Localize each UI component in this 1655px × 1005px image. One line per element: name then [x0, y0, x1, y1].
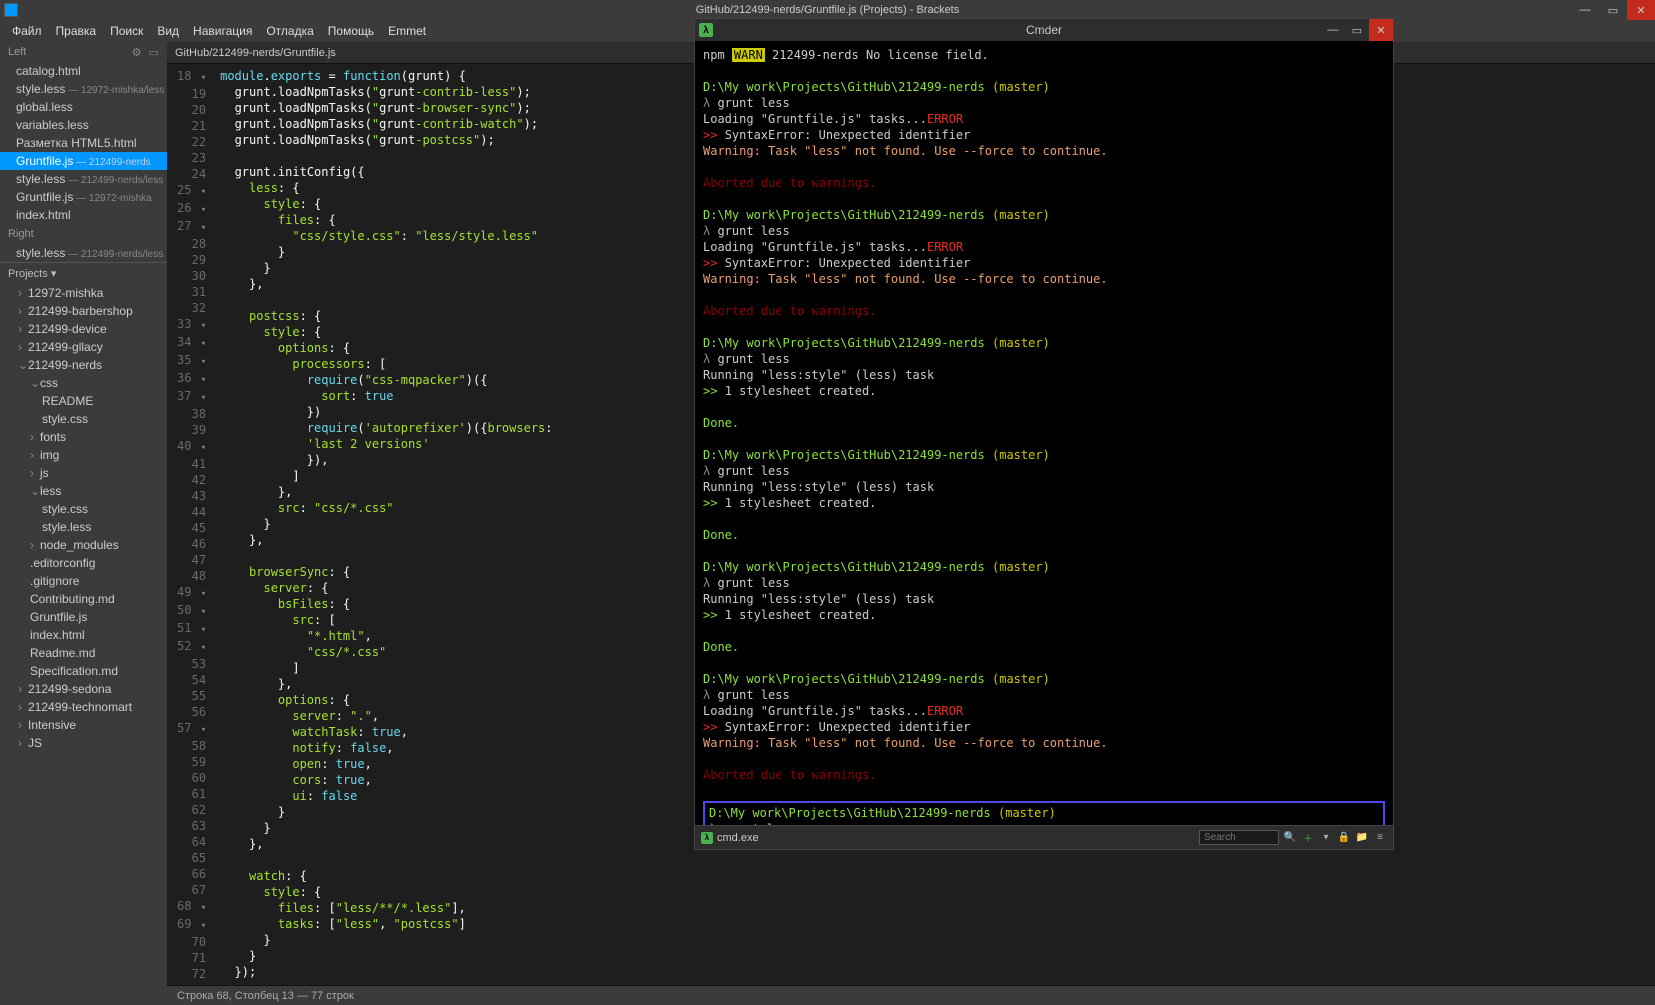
split-icon[interactable]: ▭: [149, 47, 159, 59]
cmder-icon: λ: [699, 23, 713, 37]
terminal-search-input[interactable]: [1199, 830, 1279, 845]
cmder-tab-icon: λ: [701, 832, 713, 844]
chevron-down-icon: ▾: [51, 268, 57, 280]
tree-node[interactable]: 212499-sedona: [0, 680, 167, 698]
terminal-tab[interactable]: cmd.exe: [717, 832, 759, 844]
tree-node[interactable]: style.less: [0, 518, 167, 536]
brackets-logo-icon: [4, 3, 18, 17]
right-label: Right: [8, 228, 34, 240]
tree-node[interactable]: less: [0, 482, 167, 500]
project-tree: 12972-mishka212499-barbershop212499-devi…: [0, 284, 167, 1005]
sidebar: Left ⚙ ▭ catalog.htmlstyle.less — 12972-…: [0, 42, 167, 1005]
tree-node[interactable]: Readme.md: [0, 644, 167, 662]
tree-node[interactable]: style.css: [0, 500, 167, 518]
tree-node[interactable]: 212499-technomart: [0, 698, 167, 716]
sidebar-left-header: Left ⚙ ▭: [0, 42, 167, 62]
tree-node[interactable]: Gruntfile.js: [0, 608, 167, 626]
tree-node[interactable]: img: [0, 446, 167, 464]
status-text: Строка 68, Столбец 13 — 77 строк: [177, 990, 354, 1002]
statusbar: Строка 68, Столбец 13 — 77 строк: [167, 985, 1655, 1005]
working-file[interactable]: Gruntfile.js — 212499-nerds: [0, 152, 167, 170]
terminal-output[interactable]: npm WARN 212499-nerds No license field.D…: [695, 41, 1393, 825]
working-files-right: style.less — 212499-nerds/less: [0, 244, 167, 262]
tree-node[interactable]: .gitignore: [0, 572, 167, 590]
terminal-tabbar: λ cmd.exe 🔍 ＋ ▾ 🔒 📁 ≡: [695, 825, 1393, 849]
menu-навигация[interactable]: Навигация: [187, 22, 258, 40]
tree-node[interactable]: 12972-mishka: [0, 284, 167, 302]
tree-node[interactable]: 212499-nerds: [0, 356, 167, 374]
left-label: Left: [8, 46, 26, 58]
tree-node[interactable]: 212499-barbershop: [0, 302, 167, 320]
tree-node[interactable]: Contributing.md: [0, 590, 167, 608]
terminal-titlebar[interactable]: λ Cmder — ▭ ✕: [695, 19, 1393, 41]
folder-icon[interactable]: 📁: [1355, 831, 1369, 845]
active-tab[interactable]: GitHub/212499-nerds/Gruntfile.js: [175, 47, 336, 59]
working-file[interactable]: global.less: [0, 98, 167, 116]
working-files-left: catalog.htmlstyle.less — 12972-mishka/le…: [0, 62, 167, 224]
working-file[interactable]: index.html: [0, 206, 167, 224]
window-controls: — ▭ ✕: [1571, 0, 1655, 20]
tree-node[interactable]: README: [0, 392, 167, 410]
window-title: GitHub/212499-nerds/Gruntfile.js (Projec…: [696, 4, 960, 16]
app-titlebar: GitHub/212499-nerds/Gruntfile.js (Projec…: [0, 0, 1655, 20]
line-gutter: 18 ▾19202122232425 ▾26 ▾27 ▾282930313233…: [167, 64, 212, 985]
maximize-button[interactable]: ▭: [1599, 0, 1627, 20]
tree-node[interactable]: index.html: [0, 626, 167, 644]
working-file[interactable]: style.less — 212499-nerds/less: [0, 244, 167, 262]
add-tab-icon[interactable]: ＋: [1301, 831, 1315, 845]
menu-вид[interactable]: Вид: [151, 22, 185, 40]
terminal-window: λ Cmder — ▭ ✕ npm WARN 212499-nerds No l…: [694, 18, 1394, 850]
terminal-title: Cmder: [1026, 23, 1062, 37]
tree-node[interactable]: css: [0, 374, 167, 392]
lock-icon[interactable]: 🔒: [1337, 831, 1351, 845]
menu-icon[interactable]: ≡: [1373, 831, 1387, 845]
working-file[interactable]: Gruntfile.js — 12972-mishka: [0, 188, 167, 206]
working-file[interactable]: variables.less: [0, 116, 167, 134]
menu-правка[interactable]: Правка: [50, 22, 103, 40]
search-icon[interactable]: 🔍: [1283, 831, 1297, 845]
menu-поиск[interactable]: Поиск: [104, 22, 149, 40]
tree-node[interactable]: fonts: [0, 428, 167, 446]
terminal-close-button[interactable]: ✕: [1369, 19, 1393, 41]
dropdown-icon[interactable]: ▾: [1319, 831, 1333, 845]
terminal-maximize-button[interactable]: ▭: [1345, 19, 1369, 41]
tree-node[interactable]: .editorconfig: [0, 554, 167, 572]
projects-header[interactable]: Projects ▾: [0, 262, 167, 284]
tree-node[interactable]: js: [0, 464, 167, 482]
menu-emmet[interactable]: Emmet: [382, 22, 432, 40]
sidebar-right-header: Right: [0, 224, 167, 244]
tree-node[interactable]: style.css: [0, 410, 167, 428]
working-file[interactable]: style.less — 212499-nerds/less: [0, 170, 167, 188]
tree-node[interactable]: node_modules: [0, 536, 167, 554]
working-file[interactable]: style.less — 12972-mishka/less: [0, 80, 167, 98]
tree-node[interactable]: Intensive: [0, 716, 167, 734]
menu-файл[interactable]: Файл: [6, 22, 48, 40]
terminal-minimize-button[interactable]: —: [1321, 19, 1345, 41]
gear-icon[interactable]: ⚙: [132, 47, 142, 59]
menu-помощь[interactable]: Помощь: [322, 22, 380, 40]
tree-node[interactable]: 212499-gllacy: [0, 338, 167, 356]
working-file[interactable]: catalog.html: [0, 62, 167, 80]
close-button[interactable]: ✕: [1627, 0, 1655, 20]
tree-node[interactable]: Specification.md: [0, 662, 167, 680]
menu-отладка[interactable]: Отладка: [260, 22, 319, 40]
tree-node[interactable]: 212499-device: [0, 320, 167, 338]
working-file[interactable]: Разметка HTML5.html: [0, 134, 167, 152]
minimize-button[interactable]: —: [1571, 0, 1599, 20]
tree-node[interactable]: JS: [0, 734, 167, 752]
